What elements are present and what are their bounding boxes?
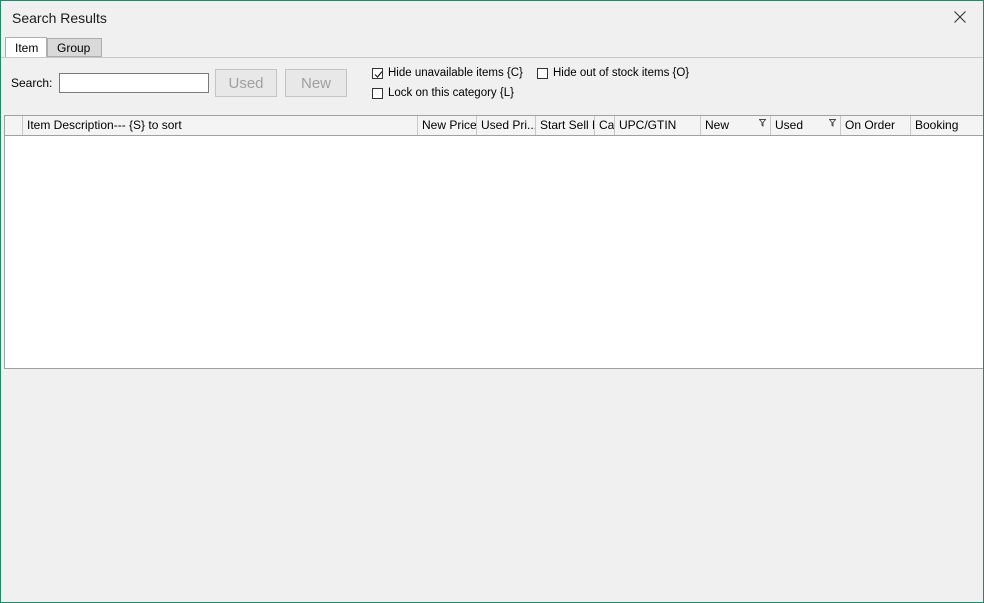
checkmark-icon [374,70,383,78]
lock-category-checkbox[interactable]: Lock on this category {L} [372,87,514,99]
window-title: Search Results [12,10,107,26]
tab-item[interactable]: Item [5,37,47,58]
close-icon [954,11,966,23]
close-button[interactable] [937,1,983,33]
column-header-booking[interactable]: Booking [911,116,983,135]
filter-icon[interactable] [759,119,766,127]
used-button[interactable]: Used [215,69,277,97]
column-header-on-order[interactable]: On Order [841,116,911,135]
hide-unavailable-checkbox[interactable]: Hide unavailable items {C} [372,67,523,79]
column-header-selector[interactable] [5,116,23,135]
search-results-window: Search Results Item Group Search: Used N… [0,0,984,603]
hide-unavailable-label: Hide unavailable items {C} [388,67,523,79]
checkbox-box [372,87,383,99]
checkbox-box [372,67,383,79]
column-header-new-price[interactable]: New Price [418,116,477,135]
results-grid[interactable]: Item Description--- {S} to sort New Pric… [4,115,983,369]
column-header-upc-gtin[interactable]: UPC/GTIN [615,116,701,135]
column-header-new[interactable]: New [701,116,771,135]
hide-out-of-stock-label: Hide out of stock items {O} [553,67,690,79]
column-header-used[interactable]: Used [771,116,841,135]
column-header-new-label: New [705,118,730,132]
title-bar: Search Results [1,1,983,33]
grid-header: Item Description--- {S} to sort New Pric… [5,116,983,136]
filter-icon[interactable] [829,119,836,127]
search-label: Search: [11,76,53,90]
column-header-start-sell-date[interactable]: Start Sell D [536,116,595,135]
new-button[interactable]: New [285,69,347,97]
column-header-used-label: Used [775,118,804,132]
column-header-item-description[interactable]: Item Description--- {S} to sort [23,116,418,135]
column-header-used-price[interactable]: Used Pri... [477,116,536,135]
search-input[interactable] [59,73,209,93]
hide-out-of-stock-checkbox[interactable]: Hide out of stock items {O} [537,67,689,79]
column-header-category[interactable]: Ca [595,116,615,135]
checkbox-box [537,67,548,79]
lock-category-label: Lock on this category {L} [388,87,514,99]
tab-group[interactable]: Group [47,38,102,57]
tab-panel-border [1,57,983,58]
